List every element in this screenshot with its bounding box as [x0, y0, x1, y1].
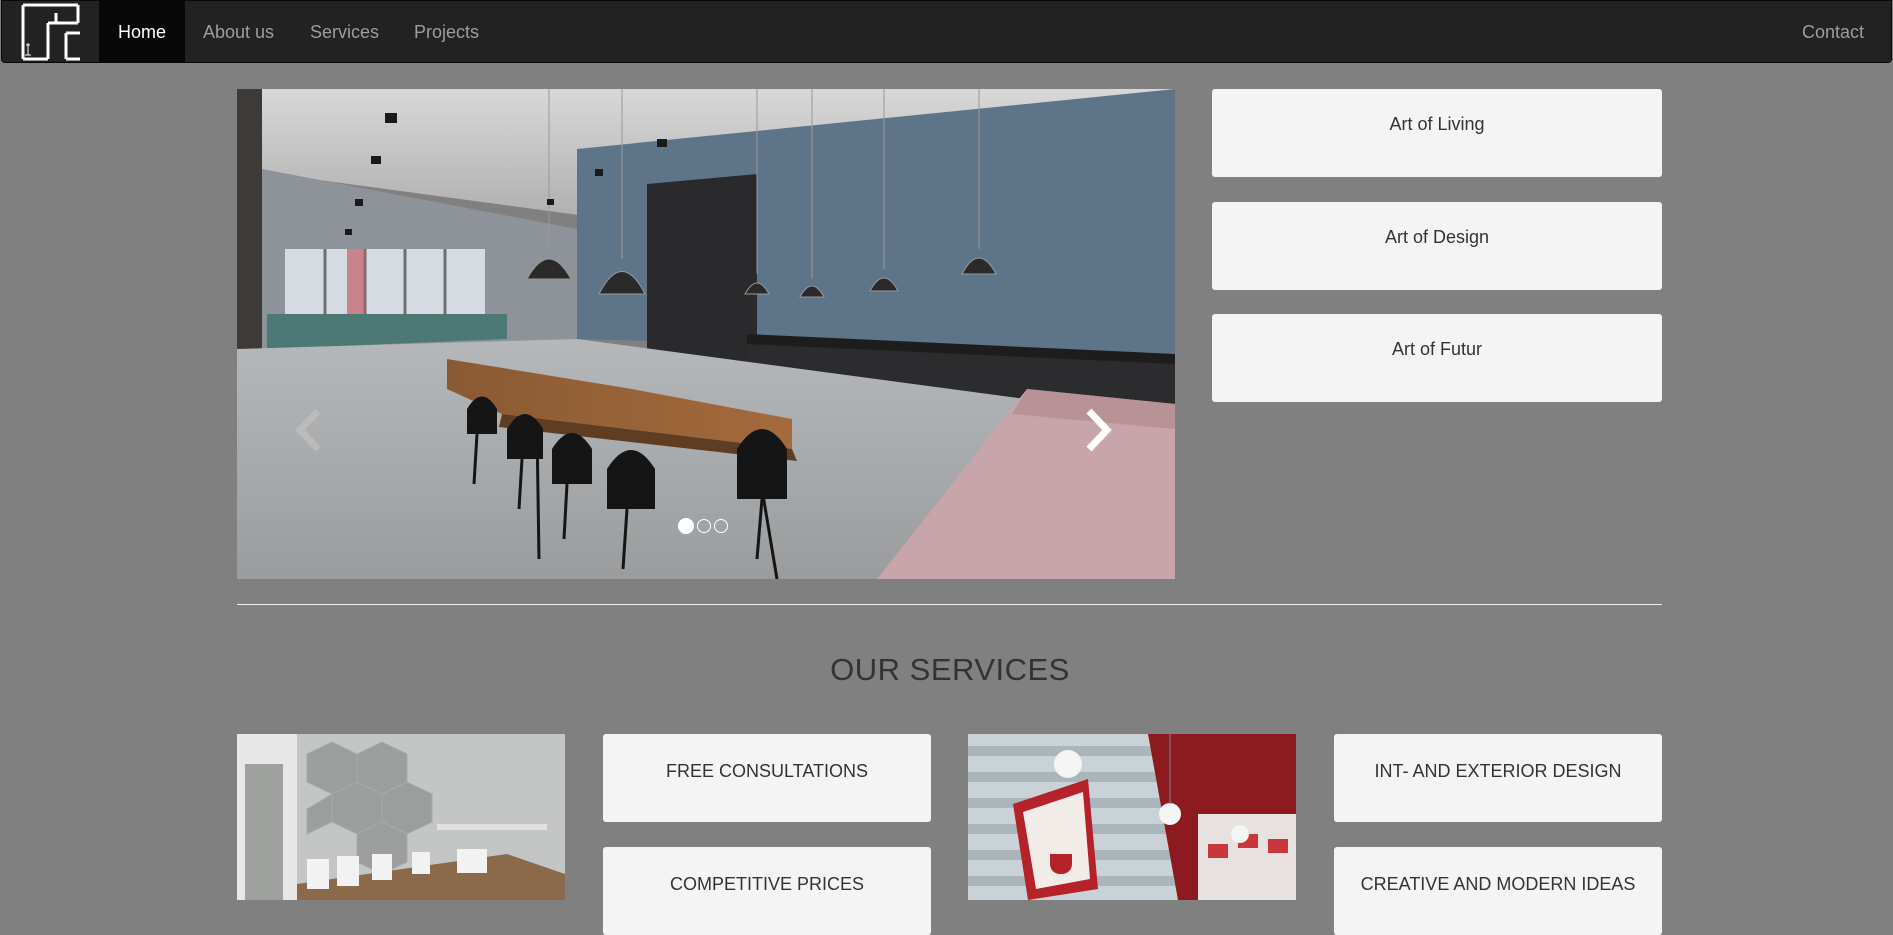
carousel-indicator-1[interactable] [678, 518, 694, 534]
feature-art-of-living[interactable]: Art of Living [1212, 89, 1662, 177]
service-image-meeting-room [237, 734, 565, 900]
carousel-indicators [678, 518, 728, 534]
nav-about-us[interactable]: About us [184, 1, 293, 63]
carousel-slide-image [237, 89, 1175, 579]
carousel-prev-icon[interactable] [290, 407, 330, 453]
nav-services[interactable]: Services [291, 1, 398, 63]
services-title: OUR SERVICES [830, 652, 1070, 687]
nav-home[interactable]: Home [99, 1, 186, 63]
nav-projects[interactable]: Projects [395, 1, 498, 63]
feature-art-of-futur[interactable]: Art of Futur [1212, 314, 1662, 402]
nav-contact[interactable]: Contact [1783, 1, 1883, 63]
navbar: Home About us Services Projects Contact [1, 0, 1892, 63]
service-int-exterior-design[interactable]: INT- AND EXTERIOR DESIGN [1334, 734, 1662, 822]
hero-carousel[interactable] [237, 89, 1175, 579]
feature-art-of-design[interactable]: Art of Design [1212, 202, 1662, 290]
carousel-indicator-2[interactable] [697, 519, 711, 533]
service-free-consultations[interactable]: FREE CONSULTATIONS [603, 734, 931, 822]
service-image-cafe [968, 734, 1296, 900]
section-divider [237, 604, 1662, 605]
carousel-next-icon[interactable] [1077, 407, 1117, 453]
service-competitive-prices[interactable]: COMPETITIVE PRICES [603, 847, 931, 935]
carousel-indicator-3[interactable] [714, 519, 728, 533]
service-creative-modern-ideas[interactable]: CREATIVE AND MODERN IDEAS [1334, 847, 1662, 935]
studio-logo[interactable] [20, 3, 82, 61]
